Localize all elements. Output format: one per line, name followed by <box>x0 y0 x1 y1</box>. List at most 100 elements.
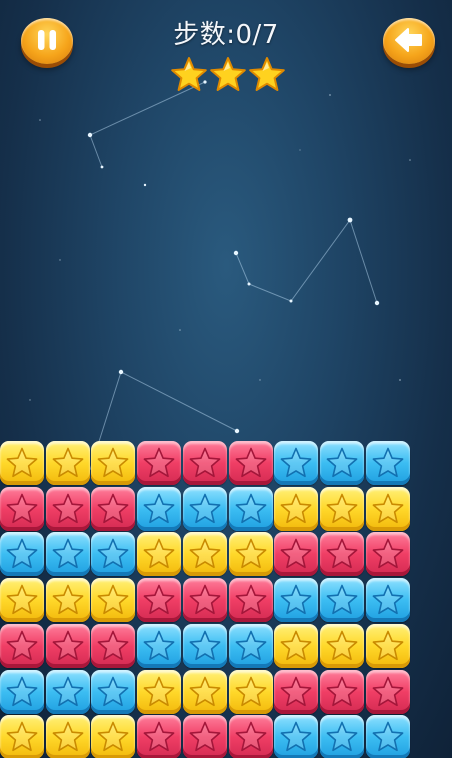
star-tile-yellow[interactable] <box>274 624 318 668</box>
star-tile-blue[interactable] <box>274 441 318 485</box>
star-tile-blue[interactable] <box>366 715 410 758</box>
rating-star-filled-icon <box>171 57 207 91</box>
star-icon <box>189 584 221 615</box>
star-tile-yellow[interactable] <box>91 715 135 758</box>
star-icon <box>97 447 129 478</box>
star-tile-yellow[interactable] <box>137 532 181 576</box>
star-tile-yellow[interactable] <box>229 532 273 576</box>
star-tile-yellow[interactable] <box>366 624 410 668</box>
star-icon <box>143 493 175 524</box>
star-tile-yellow[interactable] <box>46 441 90 485</box>
star-tile-yellow[interactable] <box>274 487 318 531</box>
star-icon <box>372 676 404 707</box>
star-icon <box>326 538 358 569</box>
star-tile-yellow[interactable] <box>320 487 364 531</box>
star-tile-red[interactable] <box>46 624 90 668</box>
moves-counter: 步数:0/7 <box>173 20 279 50</box>
star-tile-red[interactable] <box>274 532 318 576</box>
star-tile-yellow[interactable] <box>183 532 227 576</box>
star-tile-blue[interactable] <box>46 532 90 576</box>
pause-button[interactable] <box>21 18 73 64</box>
star-icon <box>52 721 84 752</box>
star-tile-blue[interactable] <box>46 670 90 714</box>
star-tile-blue[interactable] <box>274 578 318 622</box>
star-tile-blue[interactable] <box>320 715 364 758</box>
star-icon <box>372 721 404 752</box>
star-tile-yellow[interactable] <box>0 715 44 758</box>
star-icon <box>52 538 84 569</box>
star-tile-red[interactable] <box>0 624 44 668</box>
star-tile-blue[interactable] <box>91 532 135 576</box>
star-icon <box>189 721 221 752</box>
star-tile-blue[interactable] <box>320 441 364 485</box>
star-tile-blue[interactable] <box>183 487 227 531</box>
star-icon <box>326 447 358 478</box>
star-tile-blue[interactable] <box>0 532 44 576</box>
star-tile-yellow[interactable] <box>320 624 364 668</box>
star-icon <box>280 447 312 478</box>
star-tile-red[interactable] <box>229 441 273 485</box>
star-tile-blue[interactable] <box>91 670 135 714</box>
star-icon <box>372 447 404 478</box>
star-tile-blue[interactable] <box>229 624 273 668</box>
star-icon <box>97 630 129 661</box>
star-tile-red[interactable] <box>183 578 227 622</box>
star-tile-blue[interactable] <box>274 715 318 758</box>
star-tile-red[interactable] <box>137 715 181 758</box>
star-icon <box>6 447 38 478</box>
back-button[interactable] <box>383 18 435 64</box>
star-tile-red[interactable] <box>229 715 273 758</box>
star-tile-blue[interactable] <box>366 441 410 485</box>
star-icon <box>235 447 267 478</box>
star-tile-red[interactable] <box>137 578 181 622</box>
star-tile-blue[interactable] <box>229 487 273 531</box>
star-icon <box>235 676 267 707</box>
star-tile-red[interactable] <box>366 532 410 576</box>
star-tile-red[interactable] <box>137 441 181 485</box>
star-icon <box>280 493 312 524</box>
star-icon <box>143 538 175 569</box>
star-icon <box>6 538 38 569</box>
star-tile-yellow[interactable] <box>0 441 44 485</box>
star-icon <box>280 538 312 569</box>
star-tile-red[interactable] <box>366 670 410 714</box>
star-tile-red[interactable] <box>91 624 135 668</box>
star-tile-yellow[interactable] <box>183 670 227 714</box>
star-tile-yellow[interactable] <box>91 578 135 622</box>
star-icon <box>52 676 84 707</box>
star-tile-yellow[interactable] <box>46 715 90 758</box>
star-tile-red[interactable] <box>274 670 318 714</box>
star-tile-yellow[interactable] <box>46 578 90 622</box>
rating-star-filled-icon <box>210 57 246 91</box>
star-icon <box>97 584 129 615</box>
star-icon <box>97 493 129 524</box>
star-tile-yellow[interactable] <box>137 670 181 714</box>
star-icon <box>235 630 267 661</box>
star-icon <box>97 721 129 752</box>
star-tile-blue[interactable] <box>0 670 44 714</box>
star-tile-blue[interactable] <box>183 624 227 668</box>
star-tile-red[interactable] <box>91 487 135 531</box>
constellation-stars <box>87 80 380 434</box>
star-tile-blue[interactable] <box>320 578 364 622</box>
star-tile-red[interactable] <box>320 532 364 576</box>
star-tile-yellow[interactable] <box>229 670 273 714</box>
star-tile-yellow[interactable] <box>0 578 44 622</box>
star-tile-red[interactable] <box>0 487 44 531</box>
star-tile-red[interactable] <box>229 578 273 622</box>
star-icon <box>235 493 267 524</box>
star-tile-yellow[interactable] <box>91 441 135 485</box>
star-tile-blue[interactable] <box>137 624 181 668</box>
star-tile-red[interactable] <box>183 441 227 485</box>
star-icon <box>372 584 404 615</box>
star-tile-yellow[interactable] <box>366 487 410 531</box>
star-icon <box>280 630 312 661</box>
star-tile-red[interactable] <box>183 715 227 758</box>
star-icon <box>235 584 267 615</box>
star-icon <box>97 538 129 569</box>
star-icon <box>189 538 221 569</box>
star-tile-blue[interactable] <box>366 578 410 622</box>
star-tile-blue[interactable] <box>137 487 181 531</box>
star-tile-red[interactable] <box>46 487 90 531</box>
star-tile-red[interactable] <box>320 670 364 714</box>
